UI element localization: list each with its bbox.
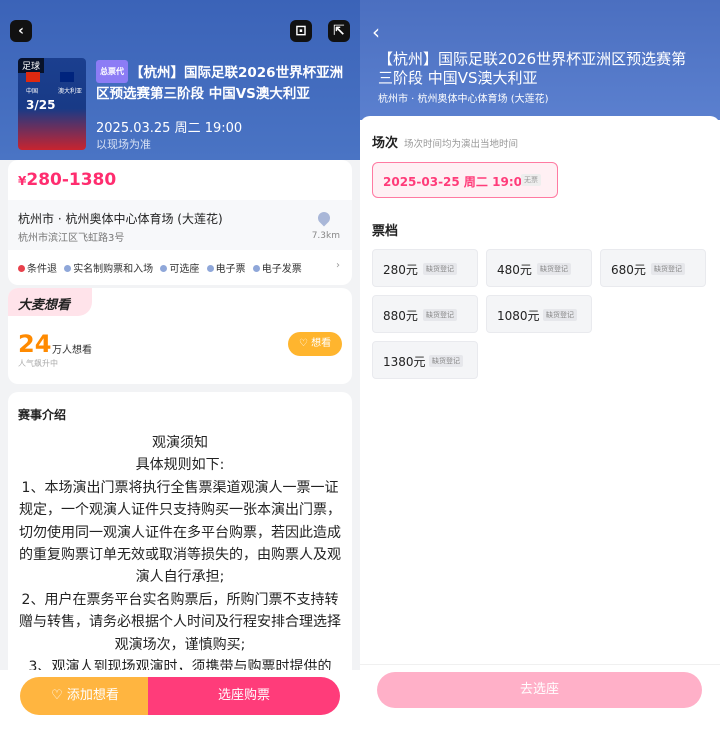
want-card: 大麦想看 24 万人想看 人气飙升中 ♡ 想看 <box>8 288 352 384</box>
location-pin-icon <box>315 209 333 227</box>
check-icon <box>64 265 72 272</box>
bottom-action-bar: ♡ 添加想看 选座购票 <box>0 670 360 743</box>
event-poster[interactable]: 足球 中国 澳大利亚 3/25 <box>18 58 86 150</box>
tier-option[interactable]: 1080元 缺货登记 <box>486 295 592 333</box>
notice-text: 观演须知 具体规则如下: 1、本场演出门票将执行全售票渠道观演人一票一证规定，一… <box>18 432 342 678</box>
event-note: 以现场为准 <box>96 138 151 151</box>
service-features[interactable]: 条件退 实名制购票和入场 可选座 电子票 电子发票 › <box>18 260 340 275</box>
tier-option[interactable]: 1380元 缺货登记 <box>372 341 478 379</box>
share-icon[interactable]: ⇱ <box>328 20 350 42</box>
notice-rule-1: 1、本场演出门票将执行全售票渠道观演人一票一证规定，一个观演人证件只支持购买一张… <box>19 479 341 586</box>
want-sub: 人气飙升中 <box>18 359 58 368</box>
session-text: 2025-03-25 周二 19:00 <box>383 175 531 189</box>
info-card: ¥280-1380 杭州市 · 杭州奥体中心体育场 (大莲花) 杭州市滨江区飞虹… <box>8 160 352 285</box>
check-icon <box>206 265 214 272</box>
go-select-seat-button[interactable]: 去选座 <box>377 672 702 708</box>
notice-subheading: 具体规则如下: <box>135 457 225 474</box>
want-unit: 万人想看 <box>52 345 92 356</box>
cart-icon[interactable]: ⊡ <box>290 20 312 42</box>
tier-option[interactable]: 280元 缺货登记 <box>372 249 478 287</box>
event-title: 总票代 【杭州】国际足联2026世界杯亚洲区预选赛第三阶段 中国VS澳大利亚 <box>96 60 348 105</box>
poster-date: 3/25 <box>26 98 56 112</box>
session-label: 场次 <box>372 136 399 151</box>
poster-team-a: 中国 <box>26 88 39 95</box>
venue-row[interactable]: 杭州市 · 杭州奥体中心体育场 (大莲花) 杭州市滨江区飞虹路3号 7.3km <box>8 200 352 250</box>
tier-option[interactable]: 480元 缺货登记 <box>486 249 592 287</box>
back-icon[interactable]: ‹ <box>372 20 380 44</box>
ticket-select-screen: ‹ 【杭州】国际足联2026世界杯亚洲区预选赛第三阶段 中国VS澳大利亚 杭州市… <box>360 0 720 743</box>
tier-option[interactable]: 880元 缺货登记 <box>372 295 478 333</box>
event-detail-screen: ‹ ⊡ ⇱ 足球 中国 澳大利亚 3/25 总票代 【杭州】国际足联2026世界杯… <box>0 0 360 743</box>
venue-address: 杭州市滨江区飞虹路3号 <box>18 233 125 244</box>
venue-distance: 7.3km <box>311 231 340 241</box>
chevron-right-icon: › <box>336 260 340 271</box>
event-title-text: 【杭州】国际足联2026世界杯亚洲区预选赛第三阶段 中国VS澳大利亚 <box>96 65 344 102</box>
check-icon <box>252 265 260 272</box>
want-count: 24 <box>18 330 52 358</box>
venue-subtitle: 杭州市 · 杭州奥体中心体育场 (大莲花) <box>378 94 549 105</box>
poster-team-b: 澳大利亚 <box>58 88 83 95</box>
session-tag: 无票 <box>521 174 541 186</box>
event-title: 【杭州】国际足联2026世界杯亚洲区预选赛第三阶段 中国VS澳大利亚 <box>378 50 687 87</box>
info-icon <box>18 265 25 272</box>
tier-label: 票档 <box>372 224 399 239</box>
china-flag-icon <box>26 72 40 82</box>
session-hint: 场次时间均为演出当地时间 <box>404 139 519 150</box>
bottom-action-bar: 去选座 <box>360 664 720 743</box>
check-icon <box>160 265 168 272</box>
add-want-button[interactable]: ♡ 添加想看 <box>20 677 150 715</box>
want-button[interactable]: ♡ 想看 <box>288 332 342 356</box>
intro-title: 赛事介绍 <box>18 408 67 422</box>
intro-card: 赛事介绍 观演须知 具体规则如下: 1、本场演出门票将执行全售票渠道观演人一票一… <box>8 392 352 692</box>
back-icon[interactable]: ‹ <box>10 20 32 42</box>
venue-name: 杭州市 · 杭州奥体中心体育场 (大莲花) <box>18 212 223 226</box>
notice-rule-2: 2、用户在票务平台实名购票后，所购门票不支持转赠与转售，请务必根据个人时间及行程… <box>19 591 341 653</box>
event-datetime: 2025.03.25 周二 19:00 <box>96 121 243 136</box>
price-range: ¥280-1380 <box>18 170 117 190</box>
selection-panel: 场次 场次时间均为演出当地时间 2025-03-25 周二 19:00 无票 票… <box>360 116 720 743</box>
poster-tag: 足球 <box>18 58 45 73</box>
australia-flag-icon <box>60 72 74 82</box>
agent-badge: 总票代 <box>96 60 128 83</box>
session-option[interactable]: 2025-03-25 周二 19:00 无票 <box>372 162 558 198</box>
notice-heading: 观演须知 <box>152 435 208 451</box>
want-header: 大麦想看 <box>8 288 92 316</box>
tier-option[interactable]: 680元 缺货登记 <box>600 249 706 287</box>
select-seat-buy-button[interactable]: 选座购票 <box>148 677 340 715</box>
